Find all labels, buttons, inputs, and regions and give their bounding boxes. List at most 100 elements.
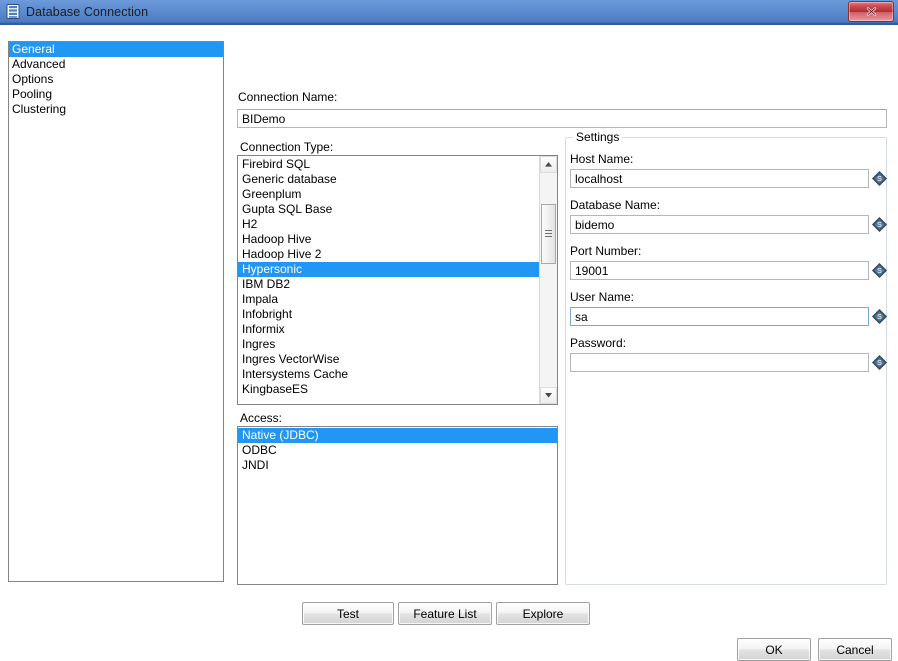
port-number-row: Port Number: S: [570, 244, 888, 280]
list-item-label: ODBC: [242, 443, 277, 457]
scroll-down-arrow-icon[interactable]: [540, 387, 557, 404]
sidebar-item-label: Advanced: [12, 57, 66, 71]
list-item-label: Firebird SQL: [242, 157, 311, 171]
list-item-label: Gupta SQL Base: [242, 202, 333, 216]
sidebar-item-advanced[interactable]: Advanced: [9, 57, 223, 72]
access-label: Access:: [240, 411, 283, 425]
dialog-body: General Advanced Options Pooling Cluster…: [0, 27, 898, 661]
button-label: Feature List: [413, 606, 477, 621]
sidebar-item-label: General: [12, 42, 55, 56]
port-number-label: Port Number:: [570, 244, 642, 258]
svg-text:S: S: [877, 222, 882, 229]
list-item-label: Hypersonic: [242, 262, 303, 276]
connection-name-input[interactable]: [237, 109, 887, 128]
list-item-label: Native (JDBC): [242, 428, 319, 442]
sidebar-item-options[interactable]: Options: [9, 72, 223, 87]
list-item[interactable]: Hadoop Hive 2: [238, 247, 539, 262]
list-item[interactable]: Intersystems Cache: [238, 367, 539, 382]
explore-button[interactable]: Explore: [496, 602, 590, 625]
scroll-up-arrow-icon[interactable]: [540, 156, 557, 173]
button-label: OK: [765, 642, 783, 657]
close-button[interactable]: [848, 1, 894, 22]
ok-button[interactable]: OK: [737, 638, 811, 661]
list-item-label: Ingres: [242, 337, 276, 351]
settings-legend: Settings: [573, 130, 623, 144]
svg-text:S: S: [877, 268, 882, 275]
list-item-label: KingbaseES: [242, 382, 309, 396]
variable-diamond-icon[interactable]: S: [871, 308, 888, 325]
variable-diamond-icon[interactable]: S: [871, 262, 888, 279]
settings-category-list[interactable]: General Advanced Options Pooling Cluster…: [8, 41, 224, 582]
database-icon: [6, 4, 20, 19]
list-item-label: Ingres VectorWise: [242, 352, 340, 366]
button-label: Explore: [522, 606, 564, 621]
sidebar-item-general[interactable]: General: [9, 42, 223, 57]
host-name-row: Host Name: S: [570, 152, 888, 188]
test-button[interactable]: Test: [302, 602, 394, 625]
window-titlebar: Database Connection: [0, 0, 898, 25]
scrollbar-grip-icon: [545, 230, 552, 237]
list-item-label: JNDI: [242, 458, 269, 472]
list-item[interactable]: JNDI: [238, 458, 557, 473]
sidebar-item-label: Clustering: [12, 102, 67, 116]
list-item[interactable]: Impala: [238, 292, 539, 307]
cancel-button[interactable]: Cancel: [818, 638, 892, 661]
svg-text:S: S: [877, 314, 882, 321]
access-listbox[interactable]: Native (JDBC) ODBC JNDI: [237, 426, 558, 585]
list-item-label: Impala: [242, 292, 279, 306]
list-item[interactable]: IBM DB2: [238, 277, 539, 292]
password-input[interactable]: [570, 353, 869, 372]
variable-diamond-icon[interactable]: S: [871, 354, 888, 371]
list-item[interactable]: Hadoop Hive: [238, 232, 539, 247]
sidebar-item-clustering[interactable]: Clustering: [9, 102, 223, 117]
user-name-row: User Name: S: [570, 290, 888, 326]
port-number-input[interactable]: [570, 261, 869, 280]
password-row: Password: S: [570, 336, 888, 372]
sidebar-item-label: Pooling: [12, 87, 53, 101]
close-x-icon: [865, 6, 878, 17]
database-name-label: Database Name:: [570, 198, 661, 212]
button-label: Test: [336, 606, 359, 621]
list-item[interactable]: H2: [238, 217, 539, 232]
connection-name-label: Connection Name:: [238, 90, 338, 104]
sidebar-item-label: Options: [12, 72, 54, 86]
list-item-label: IBM DB2: [242, 277, 291, 291]
connection-type-listbox[interactable]: Firebird SQL Generic database Greenplum …: [237, 155, 558, 405]
list-item[interactable]: Informix: [238, 322, 539, 337]
host-name-input[interactable]: [570, 169, 869, 188]
connection-type-scrollbar[interactable]: [539, 156, 557, 404]
list-item[interactable]: ODBC: [238, 443, 557, 458]
list-item[interactable]: Generic database: [238, 172, 539, 187]
svg-text:S: S: [877, 176, 882, 183]
list-item-label: H2: [242, 217, 258, 231]
sidebar-item-pooling[interactable]: Pooling: [9, 87, 223, 102]
list-item[interactable]: Infobright: [238, 307, 539, 322]
list-item[interactable]: Gupta SQL Base: [238, 202, 539, 217]
user-name-label: User Name:: [570, 290, 635, 304]
variable-diamond-icon[interactable]: S: [871, 170, 888, 187]
connection-type-label: Connection Type:: [240, 140, 334, 154]
variable-diamond-icon[interactable]: S: [871, 216, 888, 233]
list-item-label: Generic database: [242, 172, 337, 186]
list-item-label: Hadoop Hive 2: [242, 247, 322, 261]
list-item-selected[interactable]: Hypersonic: [238, 262, 539, 277]
list-item[interactable]: Greenplum: [238, 187, 539, 202]
password-label: Password:: [570, 336, 627, 350]
svg-text:S: S: [877, 360, 882, 367]
list-item[interactable]: Ingres VectorWise: [238, 352, 539, 367]
list-item[interactable]: Firebird SQL: [238, 157, 539, 172]
list-item[interactable]: Ingres: [238, 337, 539, 352]
feature-list-button[interactable]: Feature List: [398, 602, 492, 625]
list-item-label: Informix: [242, 322, 285, 336]
list-item-selected[interactable]: Native (JDBC): [238, 428, 557, 443]
connection-type-list[interactable]: Firebird SQL Generic database Greenplum …: [238, 156, 539, 404]
host-name-label: Host Name:: [570, 152, 634, 166]
window-title: Database Connection: [26, 4, 149, 19]
scrollbar-thumb[interactable]: [541, 204, 556, 264]
list-item[interactable]: KingbaseES: [238, 382, 539, 397]
user-name-input[interactable]: [570, 307, 869, 326]
list-item-label: Hadoop Hive: [242, 232, 312, 246]
button-label: Cancel: [836, 642, 874, 657]
list-item-label: Greenplum: [242, 187, 302, 201]
database-name-input[interactable]: [570, 215, 869, 234]
